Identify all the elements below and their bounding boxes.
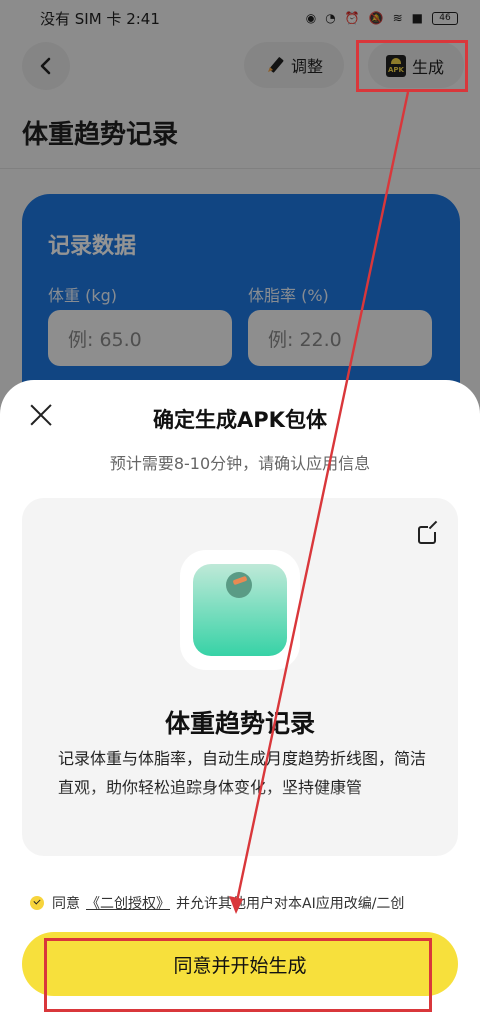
agree-prefix: 同意	[52, 896, 80, 912]
confirm-sheet: 确定生成APK包体 预计需要8-10分钟，请确认应用信息 体重趋势记录 记录体重…	[0, 380, 480, 1027]
agreement-row: 同意 《二创授权》 并允许其他用户对本AI应用改编/二创	[30, 892, 460, 914]
edit-icon[interactable]	[418, 524, 436, 544]
app-info-card: 体重趋势记录 记录体重与体脂率，自动生成月度趋势折线图，简洁直观，助你轻松追踪身…	[22, 498, 458, 856]
license-link[interactable]: 《二创授权》	[86, 893, 170, 913]
checkbox-icon[interactable]	[30, 896, 44, 910]
app-name: 体重趋势记录	[164, 709, 315, 738]
sheet-subtitle: 预计需要8-10分钟，请确认应用信息	[109, 454, 371, 473]
agree-start-button[interactable]: 同意并开始生成	[22, 932, 458, 996]
app-icon-frame	[180, 550, 300, 670]
sheet-title: 确定生成APK包体	[153, 408, 327, 432]
scale-icon	[193, 564, 287, 656]
agree-suffix: 并允许其他用户对本AI应用改编/二创	[176, 896, 405, 912]
